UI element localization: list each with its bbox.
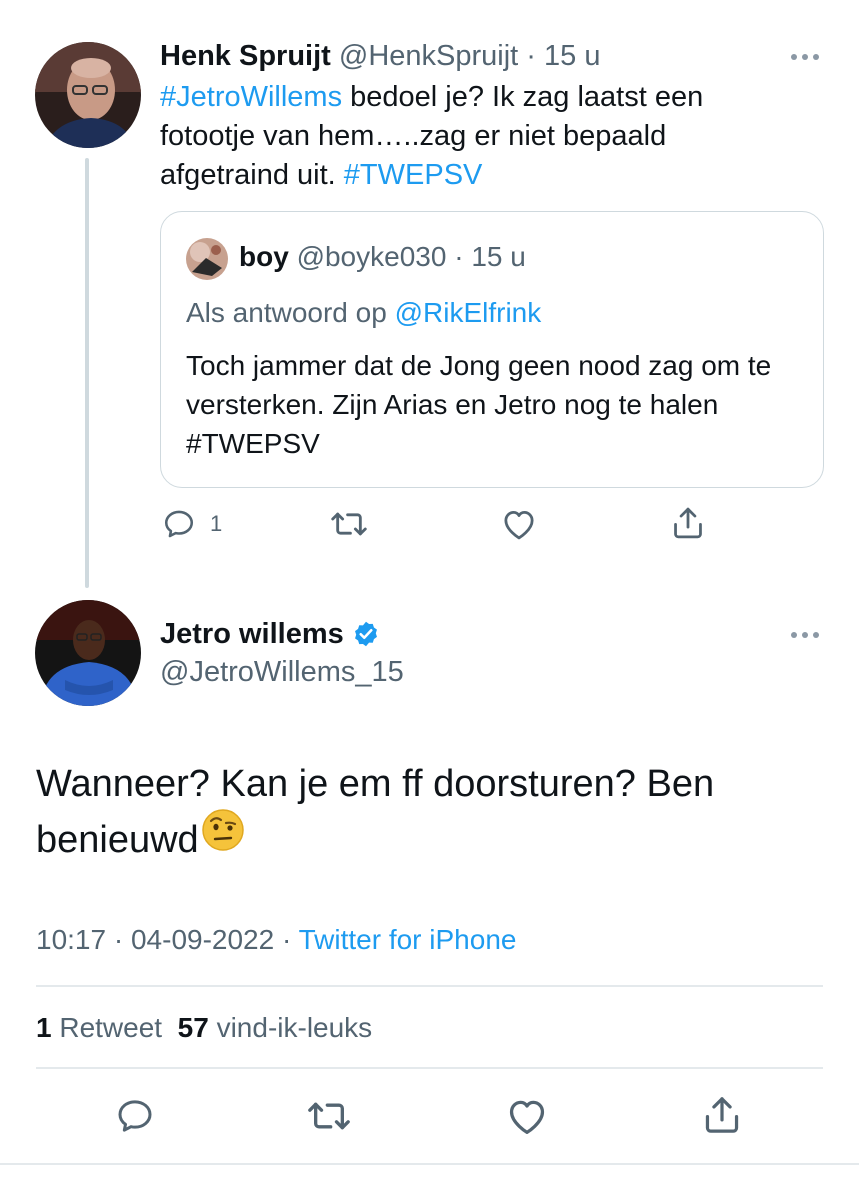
verified-badge-icon [354, 621, 377, 647]
hashtag-link[interactable]: #JetroWillems [160, 81, 342, 113]
share-icon [674, 507, 702, 539]
separator-dot: · [113, 924, 124, 955]
like-count: 57 [177, 1012, 209, 1043]
avatar-jetro-willems[interactable] [35, 600, 141, 706]
heart-icon [504, 511, 534, 540]
divider [36, 985, 823, 987]
like-button[interactable] [505, 1096, 549, 1136]
main-author-name-row: Jetro willems [160, 616, 380, 652]
replying-to-label: Als antwoord op [186, 297, 395, 328]
hashtag-link[interactable]: #TWEPSV [344, 159, 483, 191]
avatar-henk-spruijt[interactable] [35, 42, 141, 148]
separator-dot: · [454, 241, 464, 272]
reply-count: 1 [210, 511, 223, 536]
share-button[interactable] [702, 1094, 742, 1136]
share-icon [705, 1097, 739, 1133]
divider [36, 1067, 823, 1069]
face-with-raised-eyebrow-emoji [201, 808, 245, 868]
retweet-icon [331, 512, 367, 536]
quote-author-handle: @boyke030 [296, 241, 447, 272]
replying-to-mention[interactable]: @RikElfrink [395, 297, 542, 328]
separator-dot: · [526, 40, 536, 72]
quote-author-name: boy [239, 241, 289, 272]
tweet-metadata: 10:17 · 04-09-2022 · Twitter for iPhone [36, 922, 516, 958]
reply-tweet-text: #JetroWillems bedoel je? Ik zag laatst e… [160, 78, 780, 195]
like-label: vind-ik-leuks [216, 1012, 373, 1043]
reply-tweet-header: Henk Spruijt @HenkSpruijt · 15 u [160, 38, 600, 74]
quoted-tweet-card[interactable]: boy @boyke030 · 15 u Als antwoord op @Ri… [160, 211, 824, 488]
main-tweet-body: Wanneer? Kan je em ff doorsturen? Ben be… [36, 763, 715, 862]
tweet-source-link[interactable]: Twitter for iPhone [299, 924, 517, 955]
retweet-count: 1 [36, 1012, 52, 1043]
share-button[interactable] [671, 505, 705, 541]
quote-header: boy @boyke030 · 15 u [239, 240, 526, 274]
engagement-stats: 1 Retweet 57 vind-ik-leuks [36, 1010, 372, 1046]
retweet-button[interactable] [305, 1096, 353, 1136]
like-button[interactable] [500, 507, 538, 541]
replying-to: Als antwoord op @RikElfrink [186, 296, 541, 330]
heart-icon [509, 1100, 545, 1134]
main-author-name[interactable]: Jetro willems [160, 616, 344, 652]
retweet-stat[interactable]: 1 Retweet [36, 1012, 162, 1043]
timestamp[interactable]: 15 u [544, 40, 600, 72]
reply-button[interactable] [115, 1096, 155, 1136]
author-name[interactable]: Henk Spruijt [160, 40, 331, 72]
main-author-handle[interactable]: @JetroWillems_15 [160, 654, 404, 690]
like-stat[interactable]: 57 vind-ik-leuks [178, 1012, 373, 1043]
reply-button[interactable]: 1 [162, 507, 222, 541]
retweet-icon [308, 1102, 350, 1130]
more-dots-icon[interactable] [791, 54, 819, 60]
tweet-time[interactable]: 10:17 [36, 924, 106, 955]
quote-timestamp: 15 u [471, 241, 526, 272]
reply-icon [164, 510, 194, 538]
author-handle[interactable]: @HenkSpruijt [339, 40, 518, 72]
retweet-label: Retweet [59, 1012, 163, 1043]
main-tweet-text: Wanneer? Kan je em ff doorsturen? Ben be… [36, 756, 826, 872]
more-dots-icon[interactable] [791, 632, 819, 638]
retweet-button[interactable] [329, 507, 369, 541]
thread-line [85, 158, 89, 588]
avatar-boy [186, 238, 228, 280]
separator-dot: · [281, 924, 292, 955]
quote-text: Toch jammer dat de Jong geen nood zag om… [186, 350, 772, 459]
tweet-date[interactable]: 04-09-2022 [131, 924, 274, 955]
reply-icon [118, 1100, 152, 1132]
divider [0, 1163, 859, 1165]
